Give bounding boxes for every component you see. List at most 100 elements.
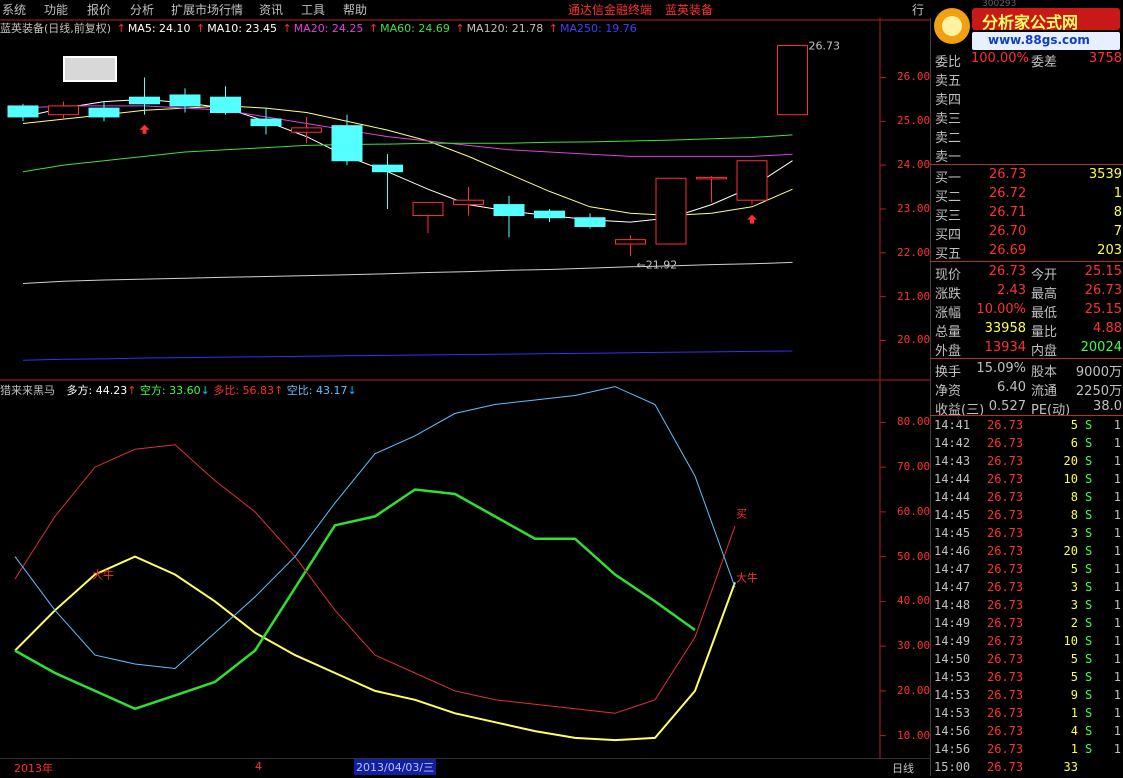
tick-side: S	[1085, 490, 1093, 504]
stat-value: 2250万	[1075, 384, 1122, 399]
tick-price: 26.73	[987, 742, 1024, 756]
price-axis-label: 22.00	[897, 245, 931, 259]
candle-body	[250, 118, 282, 127]
tick-row: 14:45 26.73 3 S 1	[931, 526, 1123, 544]
menu-system[interactable]: 系统	[2, 1, 26, 18]
menu-extended-market[interactable]: 扩展市场行情	[171, 1, 243, 18]
panel-divider-line	[930, 164, 1123, 165]
menu-right-stub[interactable]: 行	[912, 1, 924, 18]
tick-volume: 20	[1063, 454, 1078, 468]
tick-row: 14:48 26.73 3 S 1	[931, 598, 1123, 616]
buy-volume: 8	[1113, 205, 1122, 220]
candle-body	[129, 96, 160, 105]
candle-body	[453, 199, 484, 206]
promo-stock[interactable]: 蓝英装备	[665, 1, 713, 18]
tick-side: S	[1085, 454, 1093, 468]
tick-row: 14:49 26.73 2 S 1	[931, 616, 1123, 634]
tick-volume: 10	[1063, 634, 1078, 648]
date-bar: 2013年 4 2013/04/03/三 日线	[0, 758, 930, 777]
tick-row: 14:46 26.73 20 S 1	[931, 544, 1123, 562]
indicator-legend-item: 空比: 43.17	[286, 384, 348, 397]
tick-side: S	[1085, 634, 1093, 648]
buy-price: 26.69	[989, 243, 1027, 258]
tick-count: 1	[1113, 742, 1121, 756]
cursor-date: 2013/04/03/三	[354, 759, 437, 775]
buy-label: 买一	[935, 171, 962, 186]
buy-label: 买四	[935, 228, 962, 243]
candle-body	[493, 204, 525, 217]
period-tab[interactable]: 日线	[892, 760, 914, 776]
buy-volume: 7	[1113, 224, 1122, 239]
tick-price: 26.73	[987, 562, 1024, 576]
high-price-label: 26.73	[809, 39, 841, 52]
tick-count: 1	[1113, 472, 1121, 486]
buy-row: 买四 26.70 7	[931, 224, 1123, 243]
tick-count: 1	[1113, 508, 1121, 522]
price-axis-label: 20.00	[897, 333, 931, 347]
menu-quote[interactable]: 报价	[87, 1, 111, 18]
logo-code: 300293	[982, 0, 1017, 9]
down-arrow-icon: ↓	[347, 384, 357, 397]
menu-function[interactable]: 功能	[44, 1, 68, 18]
menu-analysis[interactable]: 分析	[130, 1, 154, 18]
candle-body	[372, 164, 403, 173]
candle-body	[291, 127, 322, 133]
candle-body	[736, 160, 768, 201]
tick-count: 1	[1113, 418, 1121, 432]
tick-time: 14:49	[934, 616, 971, 630]
stat-value: 38.0	[1093, 399, 1122, 414]
tick-price: 26.73	[987, 724, 1024, 738]
date-month: 4	[255, 760, 262, 773]
tick-side: S	[1085, 706, 1093, 720]
tick-row: 14:47 26.73 3 S 1	[931, 580, 1123, 598]
indicator-axis-label: 20.00	[897, 683, 931, 697]
stat-label: 最高	[1031, 287, 1058, 302]
tick-side: S	[1085, 472, 1093, 486]
tick-row: 14:56 26.73 4 S 1	[931, 724, 1123, 742]
tick-volume: 8	[1070, 508, 1078, 522]
candle-body	[210, 96, 241, 114]
stats-row: 涨跌 2.43 最高 26.73	[931, 283, 1123, 302]
tick-volume: 33	[1063, 760, 1078, 774]
tick-side: S	[1085, 688, 1093, 702]
stat-value: 15.09%	[976, 361, 1026, 376]
sell-row: 卖一	[931, 146, 1123, 165]
tick-side: S	[1085, 616, 1093, 630]
tick-volume: 4	[1070, 724, 1078, 738]
tick-time: 15:00	[934, 760, 971, 774]
promo-terminal[interactable]: 通达信金融终端	[568, 1, 652, 18]
stat-value: 25.15	[1084, 264, 1122, 279]
tick-time: 14:43	[934, 454, 971, 468]
stats-row: 涨幅 10.00% 最低 25.15	[931, 302, 1123, 321]
tick-price: 26.73	[987, 634, 1024, 648]
tick-time: 14:42	[934, 436, 971, 450]
stat-label: 涨幅	[935, 306, 962, 321]
buy-volume: 1	[1113, 186, 1122, 201]
sell-label: 卖三	[935, 112, 962, 127]
tick-row: 14:49 26.73 10 S 1	[931, 634, 1123, 652]
tick-side: S	[1085, 580, 1093, 594]
tick-side: S	[1085, 742, 1093, 756]
tick-volume: 5	[1070, 652, 1078, 666]
logo-url: www.88gs.com	[988, 33, 1090, 47]
tick-row: 14:41 26.73 5 S 1	[931, 418, 1123, 436]
sell-label: 卖四	[935, 93, 962, 108]
tick-count: 1	[1113, 580, 1121, 594]
tick-time: 14:44	[934, 472, 971, 486]
stat-label: 股本	[1031, 365, 1058, 380]
menu-tools[interactable]: 工具	[301, 1, 325, 18]
buy-label: 买	[736, 507, 747, 520]
ma-line-ma20	[22, 105, 793, 157]
tick-row: 14:53 26.73 9 S 1	[931, 688, 1123, 706]
stat-label: 现价	[935, 268, 962, 283]
tick-volume: 6	[1070, 436, 1078, 450]
tick-side: S	[1085, 436, 1093, 450]
indicator-axis-label: 50.00	[897, 549, 931, 563]
tick-time: 14:45	[934, 526, 971, 540]
menu-news[interactable]: 资讯	[259, 1, 283, 18]
tick-side: S	[1085, 526, 1093, 540]
tick-count: 1	[1113, 454, 1121, 468]
menu-help[interactable]: 帮助	[343, 1, 367, 18]
buy-signal-icon	[139, 124, 150, 134]
stat-value: 6.40	[997, 380, 1026, 395]
